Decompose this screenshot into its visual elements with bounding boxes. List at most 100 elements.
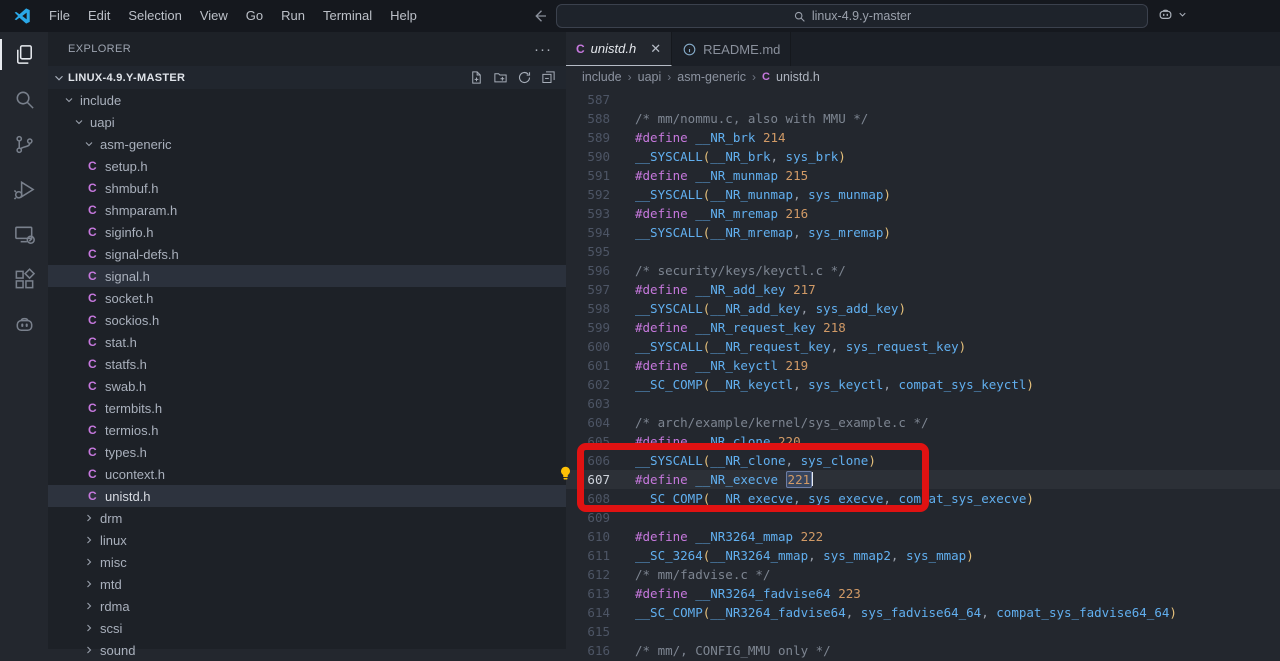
workspace-root-header[interactable]: LINUX-4.9.Y-MASTER (48, 66, 566, 89)
code-line-593[interactable]: 593#define __NR_mremap 216 (566, 204, 1280, 223)
lightbulb-icon[interactable] (557, 465, 574, 482)
menu-edit[interactable]: Edit (79, 0, 119, 32)
tree-folder-drm[interactable]: drm (48, 507, 566, 529)
code-line-596[interactable]: 596/* security/keys/keyctl.c */ (566, 261, 1280, 280)
run-debug-icon[interactable] (0, 167, 48, 212)
tree-folder-sound[interactable]: sound (48, 639, 566, 661)
close-icon[interactable]: ✕ (650, 41, 661, 57)
tab-readme-md[interactable]: README.md (672, 32, 791, 66)
tree-file-types-h[interactable]: Ctypes.h (48, 441, 566, 463)
code-line-611[interactable]: 611__SC_3264(__NR3264_mmap, sys_mmap2, s… (566, 546, 1280, 565)
tree-file-sockios-h[interactable]: Csockios.h (48, 309, 566, 331)
extensions-icon[interactable] (0, 257, 48, 302)
code-line-589[interactable]: 589#define __NR_brk 214 (566, 128, 1280, 147)
code-line-599[interactable]: 599#define __NR_request_key 218 (566, 318, 1280, 337)
tree-file-termios-h[interactable]: Ctermios.h (48, 419, 566, 441)
tree-folder-include[interactable]: include (48, 89, 566, 111)
menu-go[interactable]: Go (237, 0, 272, 32)
menu-run[interactable]: Run (272, 0, 314, 32)
line-number: 604 (566, 413, 610, 432)
code-line-597[interactable]: 597#define __NR_add_key 217 (566, 280, 1280, 299)
files-icon[interactable] (0, 32, 48, 77)
code-line-588[interactable]: 588/* mm/nommu.c, also with MMU */ (566, 109, 1280, 128)
code-area[interactable]: 587588/* mm/nommu.c, also with MMU */589… (566, 88, 1280, 660)
tree-folder-mtd[interactable]: mtd (48, 573, 566, 595)
tree-file-signal-h[interactable]: Csignal.h (48, 265, 566, 287)
tree-file-swab-h[interactable]: Cswab.h (48, 375, 566, 397)
code-line-610[interactable]: 610#define __NR3264_mmap 222 (566, 527, 1280, 546)
search-input[interactable]: linux-4.9.y-master (556, 4, 1148, 28)
code-line-591[interactable]: 591#define __NR_munmap 215 (566, 166, 1280, 185)
code-line-615[interactable]: 615 (566, 622, 1280, 641)
menu-terminal[interactable]: Terminal (314, 0, 381, 32)
tree-item-label: include (80, 93, 121, 108)
chat-icon[interactable] (0, 302, 48, 347)
refresh-icon[interactable] (517, 70, 532, 85)
tree-folder-scsi[interactable]: scsi (48, 617, 566, 639)
copilot-menu[interactable] (1157, 6, 1188, 23)
code-line-594[interactable]: 594__SYSCALL(__NR_mremap, sys_mremap) (566, 223, 1280, 242)
tree-file-ucontext-h[interactable]: Cucontext.h (48, 463, 566, 485)
menu-view[interactable]: View (191, 0, 237, 32)
breadcrumb[interactable]: include›uapi›asm-generic›Cunistd.h (566, 66, 1280, 88)
tree-file-setup-h[interactable]: Csetup.h (48, 155, 566, 177)
remote-explorer-icon[interactable] (0, 212, 48, 257)
tree-file-statfs-h[interactable]: Cstatfs.h (48, 353, 566, 375)
new-file-icon[interactable] (469, 70, 484, 85)
code-line-607[interactable]: 607#define __NR_execve 221 (566, 470, 1280, 489)
code-line-602[interactable]: 602__SC_COMP(__NR_keyctl, sys_keyctl, co… (566, 375, 1280, 394)
code-line-600[interactable]: 600__SYSCALL(__NR_request_key, sys_reque… (566, 337, 1280, 356)
code-line-606[interactable]: 606__SYSCALL(__NR_clone, sys_clone) (566, 451, 1280, 470)
menu-selection[interactable]: Selection (119, 0, 190, 32)
new-folder-icon[interactable] (493, 70, 508, 85)
tree-folder-asm-generic[interactable]: asm-generic (48, 133, 566, 155)
code-text: __SC_COMP(__NR3264_fadvise64, sys_fadvis… (635, 603, 1177, 622)
breadcrumb-item[interactable]: asm-generic (677, 70, 746, 84)
back-arrow-icon[interactable] (531, 7, 549, 25)
source-control-icon[interactable] (0, 122, 48, 167)
menu-help[interactable]: Help (381, 0, 426, 32)
code-line-604[interactable]: 604/* arch/example/kernel/sys_example.c … (566, 413, 1280, 432)
code-line-598[interactable]: 598__SYSCALL(__NR_add_key, sys_add_key) (566, 299, 1280, 318)
code-line-603[interactable]: 603 (566, 394, 1280, 413)
breadcrumb-item[interactable]: include (582, 70, 622, 84)
c-file-icon: C (88, 335, 99, 349)
breadcrumb-item[interactable]: uapi (638, 70, 662, 84)
code-line-601[interactable]: 601#define __NR_keyctl 219 (566, 356, 1280, 375)
code-line-605[interactable]: 605#define __NR_clone 220 (566, 432, 1280, 451)
tree-file-unistd-h[interactable]: Cunistd.h (48, 485, 566, 507)
breadcrumb-item[interactable]: unistd.h (776, 70, 820, 84)
search-icon[interactable] (0, 77, 48, 122)
tree-file-termbits-h[interactable]: Ctermbits.h (48, 397, 566, 419)
tree-folder-linux[interactable]: linux (48, 529, 566, 551)
code-line-612[interactable]: 612/* mm/fadvise.c */ (566, 565, 1280, 584)
collapse-all-icon[interactable] (541, 70, 556, 85)
chevron-right-icon (83, 600, 95, 612)
code-line-590[interactable]: 590__SYSCALL(__NR_brk, sys_brk) (566, 147, 1280, 166)
tree-file-signal-defs-h[interactable]: Csignal-defs.h (48, 243, 566, 265)
c-file-icon: C (762, 71, 770, 83)
tree-file-stat-h[interactable]: Cstat.h (48, 331, 566, 353)
chevron-separator-icon: › (628, 70, 632, 84)
code-line-616[interactable]: 616/* mm/, CONFIG_MMU only */ (566, 641, 1280, 660)
tab-unistd-h[interactable]: Cunistd.h✕ (566, 32, 672, 66)
tree-file-shmbuf-h[interactable]: Cshmbuf.h (48, 177, 566, 199)
code-text: #define __NR_execve 221 (635, 470, 813, 489)
tree-folder-misc[interactable]: misc (48, 551, 566, 573)
tree-file-siginfo-h[interactable]: Csiginfo.h (48, 221, 566, 243)
tree-file-socket-h[interactable]: Csocket.h (48, 287, 566, 309)
code-text: __SYSCALL(__NR_request_key, sys_request_… (635, 337, 966, 356)
code-line-587[interactable]: 587 (566, 90, 1280, 109)
tree-folder-rdma[interactable]: rdma (48, 595, 566, 617)
line-number: 608 (566, 489, 610, 508)
tree-folder-uapi[interactable]: uapi (48, 111, 566, 133)
code-line-608[interactable]: 608__SC_COMP(__NR_execve, sys_execve, co… (566, 489, 1280, 508)
tree-file-shmparam-h[interactable]: Cshmparam.h (48, 199, 566, 221)
code-line-595[interactable]: 595 (566, 242, 1280, 261)
code-line-592[interactable]: 592__SYSCALL(__NR_munmap, sys_munmap) (566, 185, 1280, 204)
more-actions-icon[interactable]: ··· (534, 41, 552, 58)
code-line-614[interactable]: 614__SC_COMP(__NR3264_fadvise64, sys_fad… (566, 603, 1280, 622)
code-line-609[interactable]: 609 (566, 508, 1280, 527)
menu-file[interactable]: File (40, 0, 79, 32)
code-line-613[interactable]: 613#define __NR3264_fadvise64 223 (566, 584, 1280, 603)
